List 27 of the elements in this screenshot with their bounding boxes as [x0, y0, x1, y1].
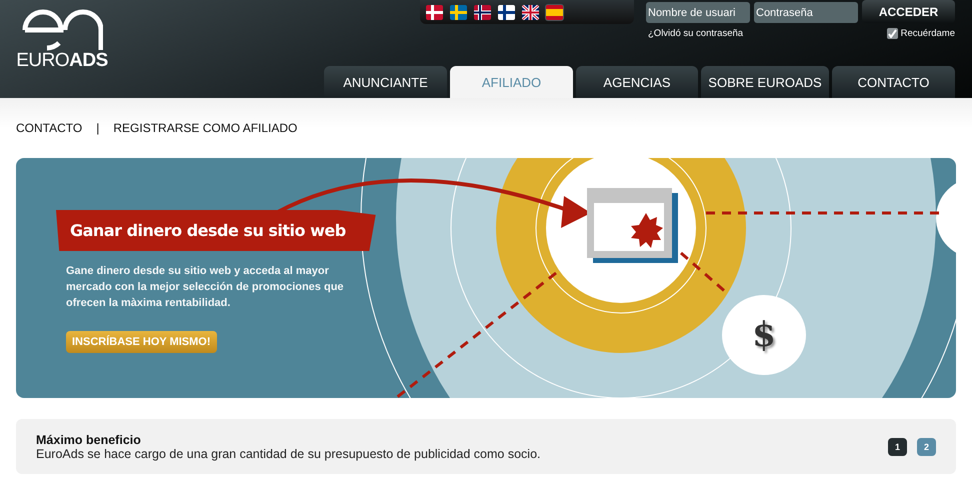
flag-icon[interactable] [497, 4, 516, 20]
checkbox-icon[interactable] [886, 28, 898, 39]
username-field[interactable]: Nombre de usuari [646, 2, 750, 23]
breadcrumb-link[interactable]: REGISTRARSE COMO AFILIADO [113, 121, 298, 158]
flag-icon[interactable] [473, 4, 492, 20]
banner-title: Ganar dinero desde su sitio web [56, 210, 376, 251]
nav-tab[interactable]: AGENCIAS [576, 66, 698, 98]
nav-tab[interactable]: SOBRE EUROADS [701, 66, 829, 98]
login-button[interactable]: ACCEDER [862, 0, 955, 23]
flag-icon[interactable] [521, 4, 540, 20]
breadcrumb-separator: | [96, 121, 100, 137]
forgot-password-link[interactable]: ¿Olvidó su contraseña [648, 28, 744, 39]
password-field[interactable]: Contraseña [754, 2, 858, 23]
remember-checkbox[interactable]: Recuérdame [886, 28, 955, 39]
flag-icon[interactable] [449, 4, 468, 20]
banner-text: Gane dinero desde su sitio web y acceda al mayor mercado con la mejor selección de promociones que ofrecen la màxima rentabilidad. [66, 264, 345, 311]
breadcrumb-link[interactable]: CONTACTO [16, 121, 82, 158]
feature-title: Máximo beneficio [36, 432, 142, 446]
flag-icon[interactable] [545, 4, 564, 20]
feature-text: EuroAds se hace cargo de una gran cantidad de su presupuesto de publicidad como socio. [36, 446, 540, 460]
logo-mark-icon [21, 8, 103, 52]
logo-wordmark: EUROADS [16, 50, 108, 72]
page-button[interactable]: 1 [888, 438, 907, 456]
nav-tab[interactable]: CONTACTO [832, 66, 955, 98]
nav-tab[interactable]: ANUNCIANTE [324, 66, 447, 98]
page-button[interactable]: 2 [917, 438, 936, 456]
flag-icon[interactable] [425, 4, 444, 20]
